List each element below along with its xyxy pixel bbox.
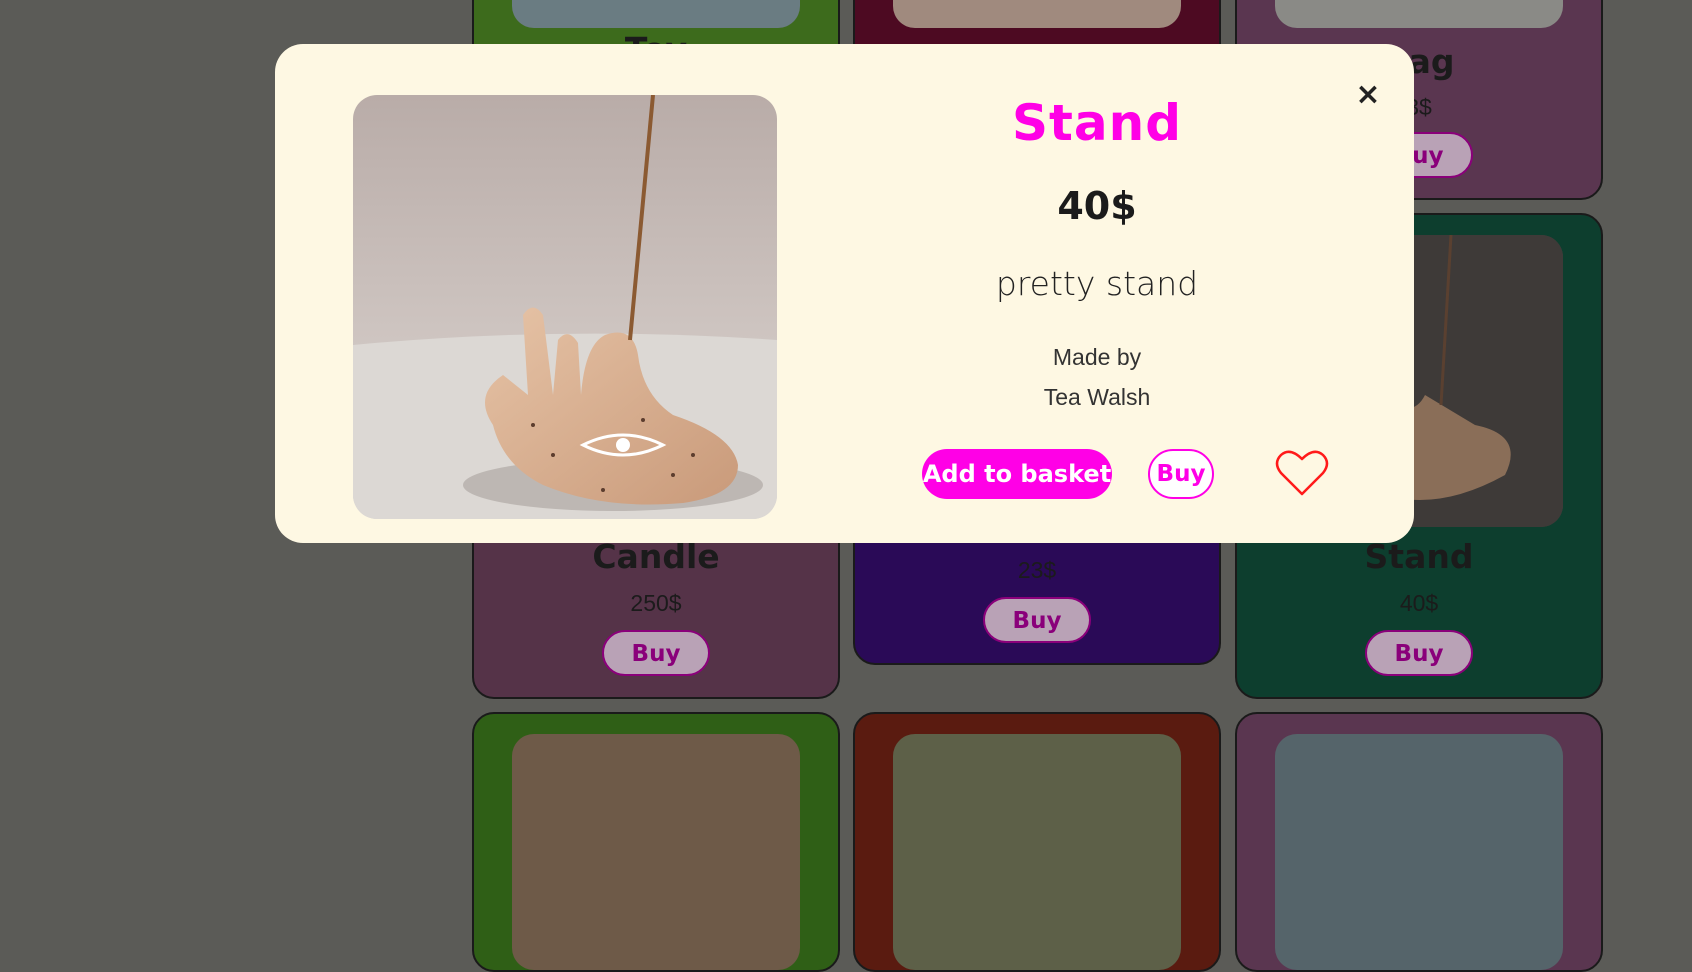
heart-icon[interactable] (1275, 448, 1329, 498)
maker-name: Tea Walsh (1043, 384, 1151, 410)
close-icon[interactable]: × (1351, 78, 1385, 112)
buy-button[interactable]: Buy (1148, 449, 1214, 499)
product-modal: × Stand 40$ pretty stand Made by Tea Wal… (275, 44, 1414, 543)
stand-photo-icon (353, 95, 777, 519)
made-by-label: Made by (1052, 344, 1142, 370)
favorite-heart-icon (1275, 450, 1329, 496)
add-to-basket-button[interactable]: Add to basket (922, 449, 1112, 499)
maker-info: Made by Tea Walsh (875, 337, 1319, 417)
product-description: pretty stand (995, 264, 1199, 303)
product-title: Stand (1011, 94, 1183, 152)
product-price: 40$ (1057, 184, 1137, 228)
product-photo (353, 95, 777, 519)
